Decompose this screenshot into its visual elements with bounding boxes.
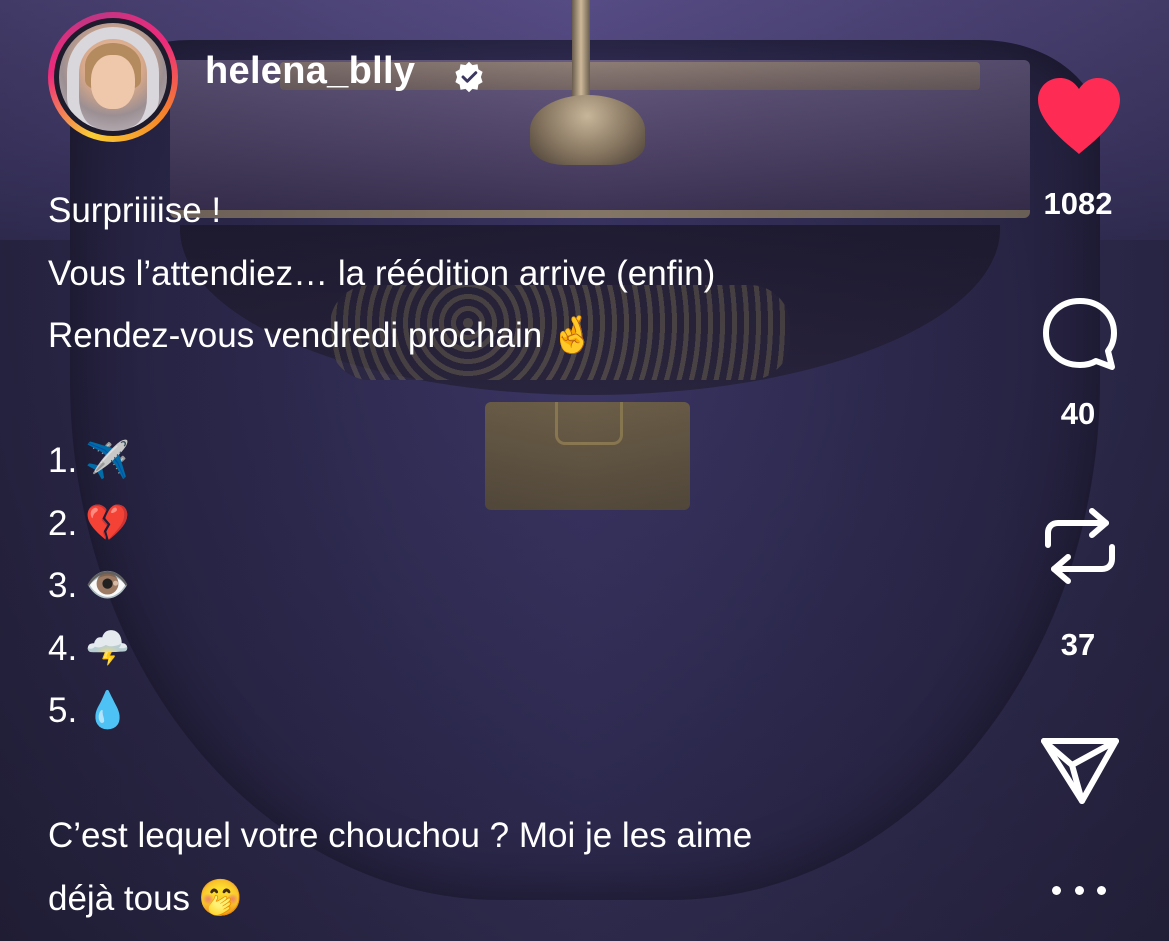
verified-badge-icon <box>455 61 483 93</box>
avatar-face <box>91 55 135 109</box>
list-item: 4. 🌩️ <box>48 627 131 669</box>
comment-count[interactable]: 40 <box>1038 396 1118 432</box>
list-item: 5. 💧 <box>48 690 131 731</box>
caption-line: Rendez-vous vendredi prochain 🤞 <box>48 315 596 356</box>
hand-over-mouth-emoji: 🤭 <box>198 877 243 919</box>
eye-emoji: 👁️ <box>85 565 131 606</box>
airplane-emoji: ✈️ <box>85 440 131 481</box>
paper-plane-icon <box>1041 738 1119 804</box>
repost-icon <box>1045 508 1115 584</box>
broken-heart-emoji: 💔 <box>85 502 131 544</box>
repost-count[interactable]: 37 <box>1038 627 1118 663</box>
repost-button[interactable] <box>1040 505 1120 587</box>
like-button[interactable] <box>1034 76 1124 156</box>
caption-line: Vous l’attendiez… la réédition arrive (e… <box>48 253 716 293</box>
caption-line: déjà tous 🤭 <box>48 877 243 919</box>
more-options-button[interactable] <box>1052 872 1106 908</box>
droplet-emoji: 💧 <box>85 690 131 731</box>
list-item: 1. ✈️ <box>48 440 131 481</box>
comment-bubble-icon <box>1043 298 1117 370</box>
share-button[interactable] <box>1040 735 1120 805</box>
comment-button[interactable] <box>1040 295 1120 375</box>
post-caption: Surpriiiise ! Vous l’attendiez… la réédi… <box>48 180 998 930</box>
like-count[interactable]: 1082 <box>1028 186 1128 222</box>
avatar[interactable] <box>59 23 167 131</box>
username[interactable]: helena_blly <box>205 50 415 93</box>
crossed-fingers-emoji: 🤞 <box>550 315 596 356</box>
heart-filled-icon <box>1038 78 1120 154</box>
caption-line: Surpriiiise ! <box>48 191 222 230</box>
avatar-story-ring[interactable] <box>48 12 178 142</box>
storm-cloud-emoji: 🌩️ <box>85 627 131 669</box>
list-item: 3. 👁️ <box>48 565 131 606</box>
more-dots-icon <box>1052 885 1061 895</box>
caption-line: C’est lequel votre chouchou ? Moi je les… <box>48 816 753 855</box>
list-item: 2. 💔 <box>48 502 131 544</box>
